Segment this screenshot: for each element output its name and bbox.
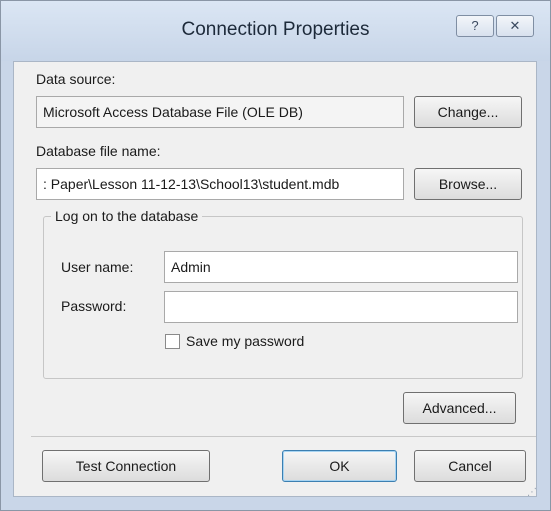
data-source-field: Microsoft Access Database File (OLE DB): [36, 96, 404, 128]
test-connection-button[interactable]: Test Connection: [42, 450, 210, 482]
connection-properties-dialog: Connection Properties ? ✕ Data source: M…: [0, 0, 551, 511]
database-file-input[interactable]: : Paper\Lesson 11-12-13\School13\student…: [36, 168, 404, 200]
browse-button[interactable]: Browse...: [414, 168, 522, 200]
title-bar: Connection Properties ? ✕: [1, 1, 550, 61]
close-icon: ✕: [509, 18, 521, 33]
password-label: Password:: [61, 298, 127, 314]
password-input[interactable]: [164, 291, 518, 323]
advanced-button[interactable]: Advanced...: [403, 392, 516, 424]
username-label: User name:: [61, 259, 134, 275]
save-password-checkbox[interactable]: [165, 334, 180, 349]
username-input[interactable]: Admin: [164, 251, 518, 283]
data-source-label: Data source:: [36, 71, 116, 87]
database-file-label: Database file name:: [36, 143, 161, 159]
help-icon: ?: [471, 18, 479, 33]
help-button[interactable]: ?: [456, 15, 494, 37]
ok-button[interactable]: OK: [282, 450, 397, 482]
cancel-button[interactable]: Cancel: [414, 450, 526, 482]
change-button[interactable]: Change...: [414, 96, 522, 128]
save-password-label[interactable]: Save my password: [186, 333, 304, 349]
close-button[interactable]: ✕: [496, 15, 534, 37]
separator: [31, 436, 536, 437]
resize-grip-icon[interactable]: ⋰: [527, 487, 537, 498]
logon-group-title: Log on to the database: [51, 208, 203, 224]
